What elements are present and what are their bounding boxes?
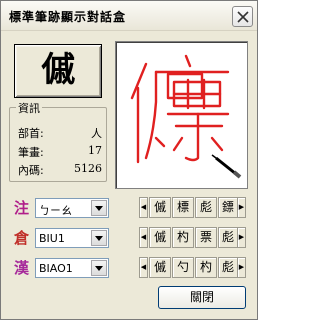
strokes-value: 17	[88, 144, 102, 157]
code-value: 5126	[74, 162, 102, 175]
window-close-button[interactable]	[232, 6, 253, 27]
scroll-left-button[interactable]: ◀	[139, 197, 148, 218]
scroll-right-button[interactable]: ▶	[237, 227, 246, 248]
scroll-right-button[interactable]: ▶	[237, 197, 246, 218]
candidate-char[interactable]: 勺	[172, 257, 194, 278]
pinyin-row: 漢 BIAO1	[12, 258, 109, 278]
stroke-display-dialog: 標準筆跡顯示對話盒 傶 資訊 部首: 人 筆畫: 17 內碼: 5126 注 ㄅ…	[0, 0, 258, 320]
candidate-char[interactable]: 票	[195, 227, 217, 248]
candidate-strip-zhuyin: ◀ 傶 標 彪 鏢 ▶	[139, 197, 246, 218]
close-icon	[237, 11, 249, 23]
candidate-char[interactable]: 彪	[218, 257, 238, 278]
candidate-char[interactable]: 彪	[218, 227, 238, 248]
stroke-canvas	[115, 41, 248, 189]
cangjie-icon[interactable]: 倉	[12, 229, 31, 247]
scroll-right-button[interactable]: ▶	[237, 257, 246, 278]
code-label: 內碼:	[18, 164, 44, 177]
candidate-strip-pinyin: ◀ 傶 勺 杓 彪 ▶	[139, 257, 246, 278]
radical-value: 人	[91, 127, 102, 140]
zhuyin-select[interactable]: ㄅㄧㄠ	[35, 198, 109, 218]
zhuyin-value: ㄅㄧㄠ	[39, 204, 72, 217]
candidate-char[interactable]: 彪	[195, 197, 217, 218]
candidate-char[interactable]: 傶	[149, 197, 171, 218]
brush-icon	[211, 154, 242, 179]
info-legend: 資訊	[16, 100, 42, 116]
pinyin-icon[interactable]: 漢	[12, 259, 31, 277]
stroke-drawing	[130, 54, 242, 179]
candidate-char[interactable]: 鏢	[218, 197, 238, 218]
candidate-char[interactable]: 傶	[149, 227, 171, 248]
candidate-char[interactable]: 杓	[195, 257, 217, 278]
radical-label: 部首:	[18, 127, 44, 140]
chevron-down-icon[interactable]	[91, 260, 107, 276]
title-bar[interactable]: 標準筆跡顯示對話盒	[1, 1, 257, 31]
info-group: 資訊 部首: 人 筆畫: 17 內碼: 5126	[9, 100, 107, 182]
cangjie-row: 倉 BIU1	[12, 228, 109, 248]
pinyin-value: BIAO1	[39, 262, 73, 275]
scroll-left-button[interactable]: ◀	[139, 257, 148, 278]
scroll-left-button[interactable]: ◀	[139, 227, 148, 248]
chevron-down-icon[interactable]	[91, 200, 107, 216]
candidate-char[interactable]: 杓	[172, 227, 194, 248]
code-row: 內碼: 5126	[18, 162, 102, 177]
window-title: 標準筆跡顯示對話盒	[9, 10, 127, 24]
zhuyin-icon[interactable]: 注	[12, 199, 31, 217]
pinyin-select[interactable]: BIAO1	[35, 258, 109, 278]
character-preview-button[interactable]: 傶	[14, 44, 102, 98]
cangjie-value: BIU1	[39, 232, 65, 245]
cangjie-select[interactable]: BIU1	[35, 228, 109, 248]
candidate-char[interactable]: 傶	[149, 257, 171, 278]
chevron-down-icon[interactable]	[91, 230, 107, 246]
zhuyin-row: 注 ㄅㄧㄠ	[12, 198, 109, 218]
strokes-row: 筆畫: 17	[18, 144, 102, 159]
close-button[interactable]: 關閉	[158, 286, 246, 309]
radical-row: 部首: 人	[18, 125, 102, 140]
candidate-char[interactable]: 標	[172, 197, 194, 218]
candidate-strip-cangjie: ◀ 傶 杓 票 彪 ▶	[139, 227, 246, 248]
strokes-label: 筆畫:	[18, 146, 44, 159]
